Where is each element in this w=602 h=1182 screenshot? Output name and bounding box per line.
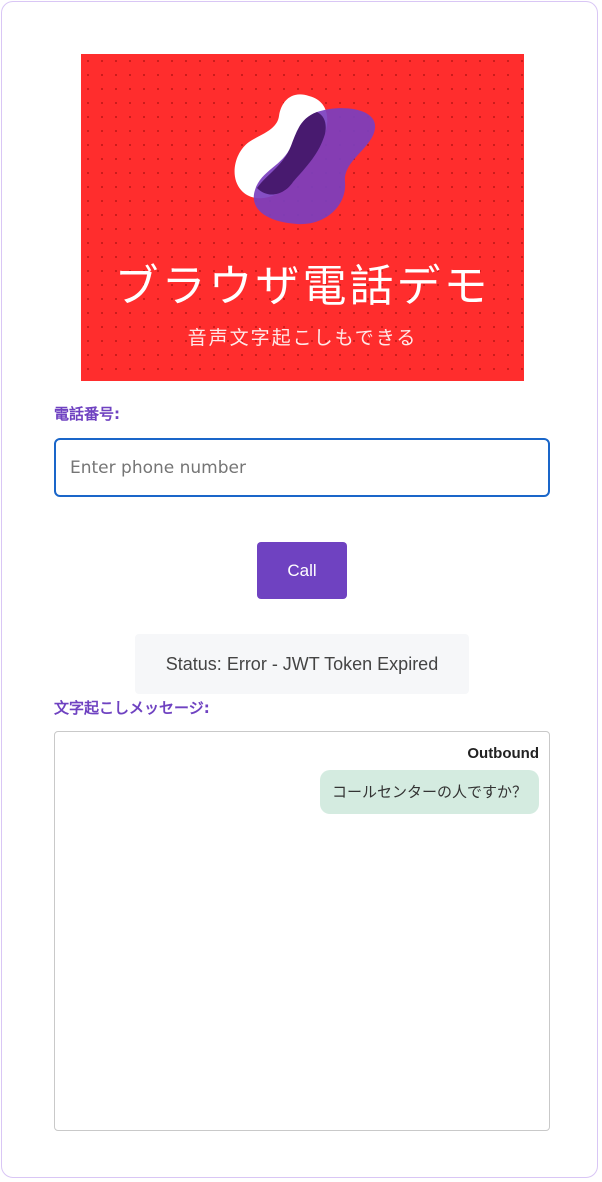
- phone-number-input[interactable]: [54, 438, 550, 497]
- message-bubble: コールセンターの人ですか？: [319, 770, 539, 814]
- blob-logo-icon: [234, 94, 376, 225]
- app-container: ブラウザ電話デモ 音声文字起こしもできる 電話番号: Call Status: …: [1, 1, 598, 1178]
- status-message: Status: Error - JWT Token Expired: [135, 634, 469, 694]
- transcript-panel[interactable]: Outbound コールセンターの人ですか？: [54, 731, 550, 1131]
- message-direction: Outbound: [467, 745, 539, 762]
- call-button[interactable]: Call: [257, 542, 347, 599]
- banner-subtitle: 音声文字起こしもできる: [187, 327, 418, 349]
- banner-image: ブラウザ電話デモ 音声文字起こしもできる: [81, 54, 524, 381]
- transcript-label: 文字起こしメッセージ:: [54, 699, 210, 717]
- phone-number-label: 電話番号:: [54, 405, 120, 423]
- banner-title: ブラウザ電話デモ: [114, 261, 491, 312]
- transcript-message: Outbound コールセンターの人ですか？: [319, 744, 539, 814]
